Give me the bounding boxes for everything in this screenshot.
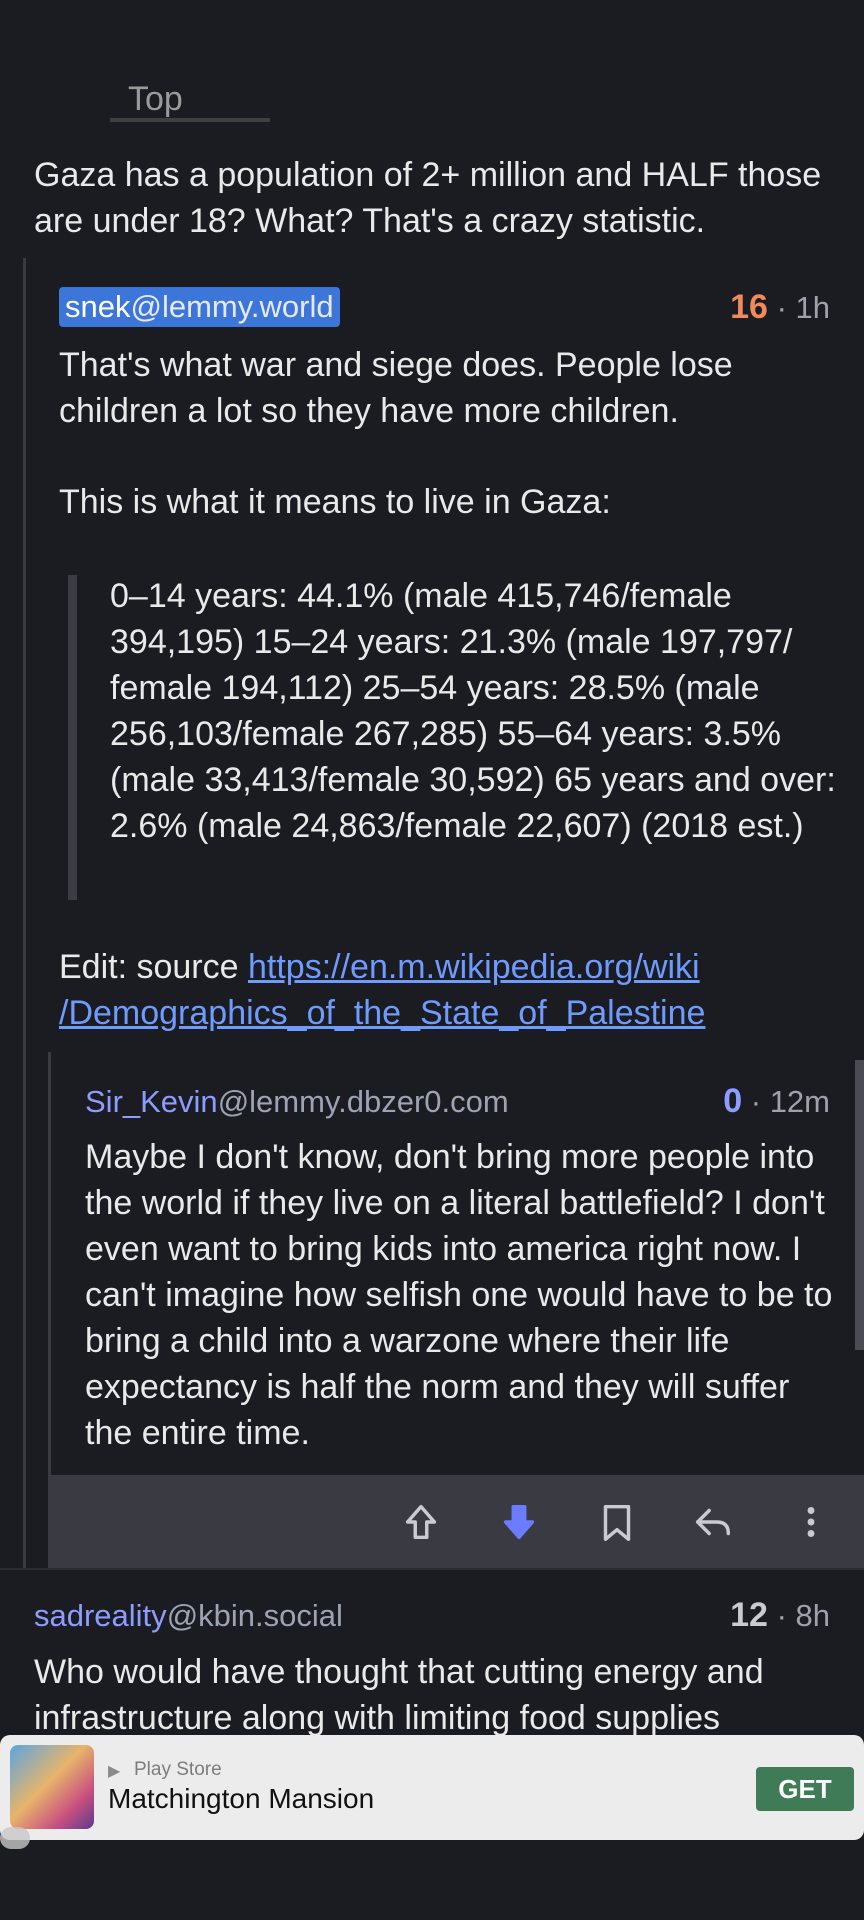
blockquote-text: 0–14 years: 44.1% (male 415,746/female 3…: [110, 577, 836, 845]
play-store-icon: ▶: [108, 1763, 121, 1780]
author-instance: @lemmy.world: [130, 289, 334, 324]
author-name: Sir_Kevin: [85, 1084, 218, 1119]
divider: [0, 1568, 864, 1570]
comment-paragraph: This is what it means to live in Gaza:: [59, 483, 611, 521]
comment-score: 12: [730, 1596, 768, 1634]
clipped-text: Top: [128, 80, 183, 118]
ad-store-label: Play Store: [134, 1759, 222, 1780]
ad-banner[interactable]: ▶ Play Store Matchington Mansion GET: [0, 1735, 864, 1849]
comment-meta: 16 · 1h: [640, 288, 830, 327]
author-instance: @kbin.social: [166, 1598, 343, 1633]
comment-meta: 0 · 12m: [640, 1082, 830, 1121]
comment-paragraph: That's what war and siege does. People l…: [59, 346, 733, 430]
blockquote-bar: [68, 575, 77, 900]
comment-author[interactable]: Sir_Kevin@lemmy.dbzer0.com: [85, 1084, 509, 1120]
comment-text: Maybe I don't know, don't bring more peo…: [85, 1138, 833, 1452]
source-prefix: Edit: source: [59, 948, 248, 986]
clipped-header-remnant: Top: [0, 80, 864, 136]
source-line: Edit: source https://en.m.wikipedia.org/…: [59, 944, 839, 1036]
scrollbar[interactable]: [855, 1060, 864, 1350]
comment-score: 16: [730, 288, 768, 326]
comment-time: 8h: [795, 1598, 830, 1633]
meta-separator: ·: [776, 1598, 787, 1633]
bookmark-icon[interactable]: [594, 1499, 640, 1545]
more-vertical-icon[interactable]: [788, 1499, 834, 1545]
get-button[interactable]: GET: [756, 1767, 854, 1811]
comment-meta: 12 · 8h: [640, 1596, 830, 1635]
ad-title: Matchington Mansion: [108, 1783, 375, 1814]
author-name: sadreality: [34, 1598, 167, 1633]
comment-author[interactable]: sadreality@kbin.social: [34, 1598, 343, 1634]
comment-author[interactable]: snek@lemmy.world: [59, 287, 340, 327]
reply-icon[interactable]: [690, 1499, 736, 1545]
comment-time: 1h: [795, 290, 830, 325]
meta-separator: ·: [750, 1084, 762, 1119]
app-icon: [10, 1745, 94, 1829]
author-instance: @lemmy.dbzer0.com: [217, 1084, 509, 1119]
upvote-icon[interactable]: [398, 1499, 444, 1545]
comment-score: 0: [723, 1082, 743, 1120]
comment-text: Who would have thought that cutting ener…: [34, 1653, 764, 1737]
parent-comment-text: Gaza has a population of 2+ million and …: [34, 156, 822, 240]
author-name: snek: [65, 289, 131, 324]
comment-action-bar: [50, 1475, 864, 1569]
ad-info-icon[interactable]: [0, 1827, 30, 1849]
clipped-line: [110, 118, 270, 122]
comment-time: 12m: [769, 1084, 830, 1119]
thread-line-depth1: [23, 258, 26, 1568]
downvote-icon[interactable]: [496, 1499, 542, 1545]
meta-separator: ·: [776, 290, 787, 325]
